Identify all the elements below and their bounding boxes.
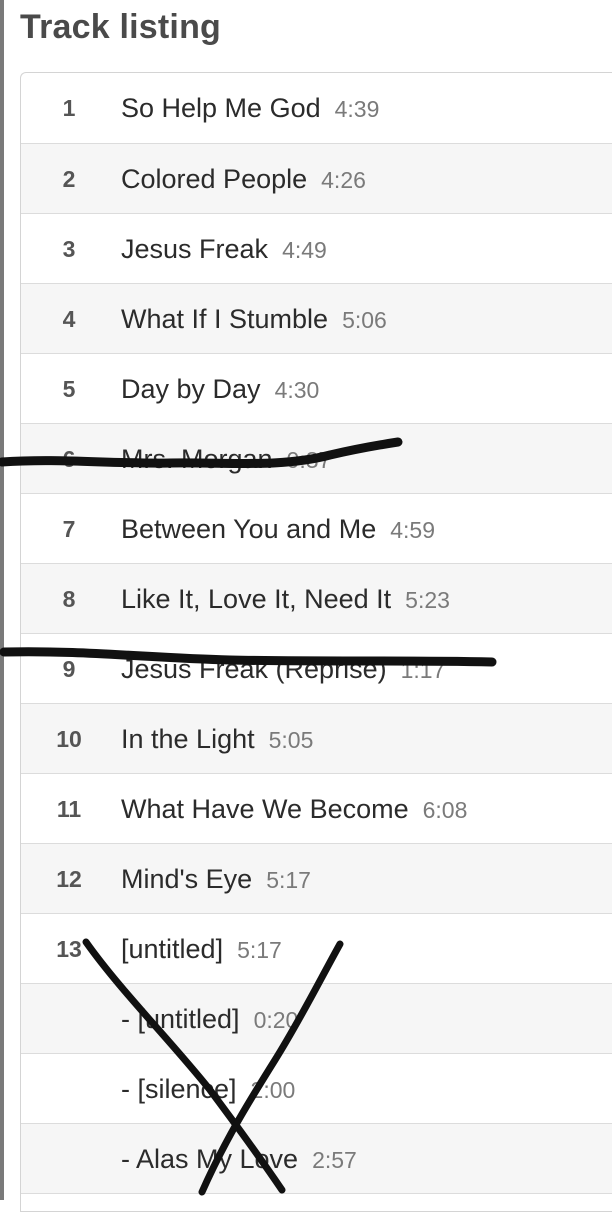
left-edge-rule	[0, 0, 4, 1200]
track-number: 1	[62, 95, 76, 121]
track-number: 8	[62, 586, 76, 612]
track-row[interactable]: 4 What If I Stumble 5:06	[21, 284, 612, 354]
track-row[interactable]: 13 [untitled] 5:17	[21, 914, 612, 984]
track-title: Like It, Love It, Need It	[121, 584, 392, 614]
track-duration: 5:17	[237, 937, 282, 963]
track-title: In the Light	[121, 724, 255, 754]
track-duration: 5:23	[405, 587, 450, 613]
track-list: 1 So Help Me God 4:39 2 Colored People 4:2…	[20, 72, 612, 1212]
track-duration: 0:20	[253, 1007, 299, 1033]
track-title: - [silence]	[121, 1074, 237, 1104]
track-number: 5	[62, 376, 76, 402]
subtrack-row[interactable]: - [silence] 2:00	[21, 1054, 612, 1124]
track-title: What Have We Become	[121, 794, 409, 824]
track-duration: 2:57	[312, 1147, 357, 1173]
track-number: 7	[62, 516, 76, 542]
track-number: 9	[62, 656, 76, 682]
track-duration: 2:00	[250, 1077, 296, 1103]
track-title: Mind's Eye	[121, 864, 253, 894]
track-row[interactable]: 2 Colored People 4:26	[21, 144, 612, 214]
page-title: Track listing	[20, 8, 222, 46]
track-duration: 4:30	[274, 377, 320, 403]
track-duration: 4:49	[282, 237, 327, 263]
track-title: Jesus Freak	[121, 234, 269, 264]
track-duration: 5:17	[266, 867, 311, 893]
track-duration: 1:17	[400, 657, 446, 683]
track-duration: 4:39	[334, 96, 380, 122]
track-duration: 5:06	[342, 307, 387, 333]
track-row[interactable]: 5 Day by Day 4:30	[21, 354, 612, 424]
track-title: - [untitled]	[121, 1004, 240, 1034]
track-title: Colored People	[121, 164, 308, 194]
track-duration: 6:08	[422, 797, 468, 823]
track-number: 13	[56, 936, 82, 962]
track-row[interactable]: 8 Like It, Love It, Need It 5:23	[21, 564, 612, 634]
track-number: 12	[56, 866, 82, 892]
track-number: 2	[62, 166, 76, 192]
track-title: Day by Day	[121, 374, 261, 404]
track-row[interactable]: 1 So Help Me God 4:39	[21, 73, 612, 144]
track-number: 3	[62, 236, 76, 262]
track-row[interactable]: 11 What Have We Become 6:08	[21, 774, 612, 844]
track-title: Mrs. Morgan	[121, 444, 273, 474]
track-duration: 4:59	[390, 517, 435, 543]
track-number: 4	[62, 306, 76, 332]
track-title: [untitled]	[121, 934, 224, 964]
subtrack-row[interactable]: - Alas My Love 2:57	[21, 1124, 612, 1194]
track-duration: 0:37	[286, 447, 332, 473]
track-number: 6	[62, 446, 76, 472]
track-row[interactable]: 7 Between You and Me 4:59	[21, 494, 612, 564]
track-number: 10	[56, 726, 82, 752]
subtrack-row[interactable]: - [untitled] 0:20	[21, 984, 612, 1054]
track-row[interactable]: 10 In the Light 5:05	[21, 704, 612, 774]
track-title: What If I Stumble	[121, 304, 329, 334]
track-title: So Help Me God	[121, 93, 321, 123]
track-title: - Alas My Love	[121, 1144, 299, 1174]
track-duration: 4:26	[321, 167, 366, 193]
track-row[interactable]: 6 Mrs. Morgan 0:37	[21, 424, 612, 494]
track-row[interactable]: 3 Jesus Freak 4:49	[21, 214, 612, 284]
track-row[interactable]: 12 Mind's Eye 5:17	[21, 844, 612, 914]
track-title: Jesus Freak (Reprise)	[121, 654, 387, 684]
track-row[interactable]: 9 Jesus Freak (Reprise) 1:17	[21, 634, 612, 704]
track-title: Between You and Me	[121, 514, 377, 544]
track-number: 11	[56, 796, 82, 822]
track-duration: 5:05	[268, 727, 314, 753]
